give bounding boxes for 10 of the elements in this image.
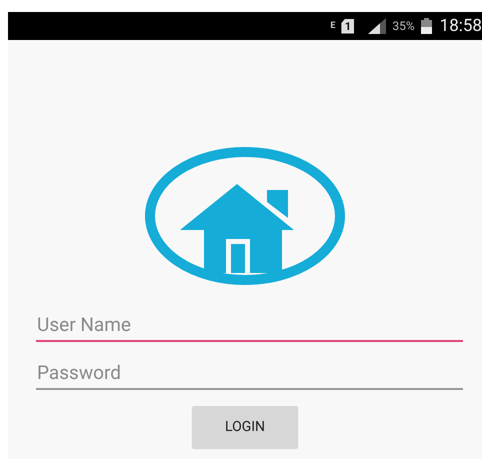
password-field[interactable]: Password <box>36 360 463 390</box>
username-field[interactable]: User Name <box>36 312 463 342</box>
clock-time: 18:58 <box>440 16 482 36</box>
signal-icon <box>368 18 386 34</box>
login-button[interactable]: LOGIN <box>192 406 298 448</box>
house-logo-icon <box>142 146 348 286</box>
sim-card-icon: 1 <box>341 18 354 34</box>
network-type: E <box>330 22 336 30</box>
battery-percent: 35% <box>392 19 415 33</box>
battery-icon <box>420 18 432 34</box>
